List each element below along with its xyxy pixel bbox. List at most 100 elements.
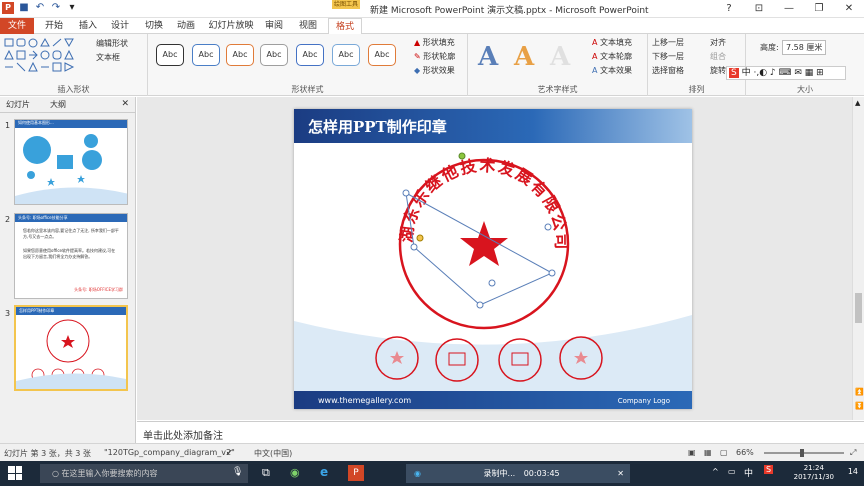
group-button[interactable]: 组合 [710, 51, 726, 62]
tab-format[interactable]: 格式 [328, 18, 362, 35]
group-label: 插入形状 [57, 85, 90, 94]
text-outline-button[interactable]: A 文本轮廓 [592, 51, 632, 62]
text-effect-icon: A [592, 66, 598, 75]
shape-style-swatch[interactable]: Abc [226, 44, 254, 66]
shape-style-swatch[interactable]: Abc [368, 44, 396, 66]
previous-slide-icon[interactable]: ⏫ [855, 388, 864, 396]
undo-icon[interactable]: ↶ [34, 2, 46, 14]
main-seal[interactable]: 湖东乐继他技术发展有限公司 [397, 156, 572, 330]
thumbnail-footer: 头条号: 职场OFFICE学习群 [74, 287, 123, 292]
wordart-style-swatch[interactable]: A [478, 42, 498, 72]
shape-fill-button[interactable]: ▲ 形状填充 [414, 37, 455, 48]
rotate-button[interactable]: 旋转 [710, 65, 726, 76]
tab-slides[interactable]: 幻灯片 [6, 99, 30, 110]
tab-transitions[interactable]: 切换 [138, 18, 170, 34]
save-icon[interactable]: ■ [18, 2, 30, 14]
edit-shape-button[interactable]: 编辑形状 [96, 38, 128, 49]
wordart-style-swatch[interactable]: A [514, 42, 534, 72]
theme-name[interactable]: "120TGp_company_diagram_v2" [104, 448, 235, 457]
send-backward-button[interactable]: 下移一层 [652, 51, 684, 62]
scrollbar-thumb[interactable] [855, 293, 862, 323]
search-icon: ○ [52, 469, 59, 478]
fit-slide-icon[interactable]: ⤢ [850, 448, 856, 458]
shape-style-swatch[interactable]: Abc [296, 44, 324, 66]
selection-pane-button[interactable]: 选择窗格 [652, 65, 684, 76]
align-button[interactable]: 对齐 [710, 37, 726, 48]
app-icon[interactable]: ◉ [290, 466, 300, 479]
recording-indicator[interactable]: ◉ 录制中... 00:03:45 ✕ [406, 464, 630, 483]
notes-placeholder[interactable]: 单击此处添加备注 [143, 427, 223, 442]
tab-view[interactable]: 视图 [292, 18, 324, 34]
text-fill-button[interactable]: A 文本填充 [592, 37, 632, 48]
slide-thumbnail-2[interactable]: 头条号: 职场office技能分享 您若你这里本该内容,要记住点了无注, 所幸我… [14, 213, 128, 299]
tray-expand-icon[interactable]: ^ [712, 467, 719, 476]
text-effect-button[interactable]: A 文本效果 [592, 65, 632, 76]
wordart-style-swatch[interactable]: A [550, 42, 570, 72]
shape-style-swatch[interactable]: Abc [156, 44, 184, 66]
reading-view-icon[interactable]: ▢ [720, 448, 728, 457]
zoom-slider-thumb[interactable] [800, 449, 804, 457]
customize-toolbar-icon[interactable]: ▾ [66, 2, 78, 14]
zoom-slider[interactable] [764, 449, 844, 457]
slide-sorter-icon[interactable]: ▦ [704, 448, 712, 457]
notification-count[interactable]: 14 [848, 467, 858, 476]
sogou-tray-icon[interactable]: S [764, 465, 774, 474]
normal-view-icon[interactable]: ▣ [688, 448, 696, 457]
height-input[interactable]: 7.58 厘米 [782, 40, 827, 55]
shape-style-swatch[interactable]: Abc [260, 44, 288, 66]
tab-outline[interactable]: 大纲 [50, 99, 66, 110]
taskbar-search-input[interactable]: ○ 在这里输入你要搜索的内容 [40, 464, 248, 483]
tab-animations[interactable]: 动画 [170, 18, 202, 34]
shape-style-swatch[interactable]: Abc [332, 44, 360, 66]
close-button[interactable]: ✕ [834, 0, 864, 18]
clock-date: 2017/11/30 [793, 473, 834, 481]
edge-browser-icon[interactable]: e [320, 465, 328, 479]
shapes-gallery-icon[interactable] [3, 37, 85, 77]
ime-toolbar[interactable]: S 中 ·,◐ ♪ ⌨ ✉ ▦ ⊞ [726, 66, 846, 80]
zoom-value[interactable]: 66% [736, 448, 754, 457]
notes-pane[interactable]: 单击此处添加备注 [137, 421, 864, 443]
star-icon [460, 221, 508, 266]
slide-thumbnail-1[interactable]: 如何使用基本图形... [14, 119, 128, 205]
tab-file[interactable]: 文件 [0, 18, 34, 34]
tab-insert[interactable]: 插入 [72, 18, 104, 34]
shape-outline-button[interactable]: ✎ 形状轮廓 [414, 51, 455, 62]
redo-icon[interactable]: ↷ [50, 2, 62, 14]
vertical-scrollbar[interactable]: ▲ ⏫ ⏬ [852, 97, 864, 420]
task-view-icon[interactable]: ⧉ [262, 466, 270, 480]
spellcheck-icon[interactable]: ✔ [226, 448, 233, 457]
restore-button[interactable]: ❐ [804, 0, 834, 18]
recording-time: 00:03:45 [523, 469, 560, 478]
recording-close-icon[interactable]: ✕ [617, 464, 624, 483]
text-fill-icon: A [592, 38, 598, 47]
windows-taskbar: ○ 在这里输入你要搜索的内容 🎙 ⧉ ◉ e P ◉ 录制中... 00:03:… [0, 461, 864, 486]
tab-review[interactable]: 审阅 [258, 18, 290, 34]
tab-home[interactable]: 开始 [38, 18, 70, 34]
slide-editing-area[interactable]: 怎样用PPT制作印章 湖东乐继他技术发展有限公司 www.themegaller… [137, 97, 852, 420]
ime-indicator[interactable]: 中 [744, 466, 753, 479]
slide-number: 1 [5, 121, 11, 130]
next-slide-icon[interactable]: ⏬ [855, 402, 864, 410]
ime-mode-label: 中 [741, 68, 751, 78]
powerpoint-taskbar-icon[interactable]: P [348, 465, 364, 481]
language-indicator[interactable]: 中文(中国) [254, 448, 292, 459]
microphone-icon[interactable]: 🎙 [232, 467, 243, 477]
windows-start-icon[interactable] [8, 466, 22, 480]
pane-close-icon[interactable]: ✕ [121, 99, 129, 109]
ribbon: 编辑形状 文本框 插入形状 Abc Abc Abc Abc Abc Abc Ab… [0, 34, 864, 96]
ribbon-display-icon[interactable]: ⊡ [744, 0, 774, 18]
network-icon[interactable]: ▭ [728, 467, 736, 476]
minimize-button[interactable]: — [774, 0, 804, 18]
shape-effect-button[interactable]: ◆ 形状效果 [414, 65, 455, 76]
text-box-button[interactable]: 文本框 [96, 52, 120, 63]
slide-3[interactable]: 怎样用PPT制作印章 湖东乐继他技术发展有限公司 www.themegaller… [294, 109, 692, 409]
help-icon[interactable]: ? [714, 0, 744, 18]
shape-style-swatch[interactable]: Abc [192, 44, 220, 66]
bring-forward-button[interactable]: 上移一层 [652, 37, 684, 48]
scroll-up-icon[interactable]: ▲ [855, 99, 860, 107]
tab-slideshow[interactable]: 幻灯片放映 [206, 18, 256, 34]
system-clock[interactable]: 21:24 2017/11/30 [794, 464, 834, 482]
tab-design[interactable]: 设计 [104, 18, 136, 34]
slide-thumbnail-3[interactable]: 怎样用PPT制作印章 [14, 305, 128, 391]
thumbnail-title: 头条号: 职场office技能分享 [15, 214, 127, 222]
